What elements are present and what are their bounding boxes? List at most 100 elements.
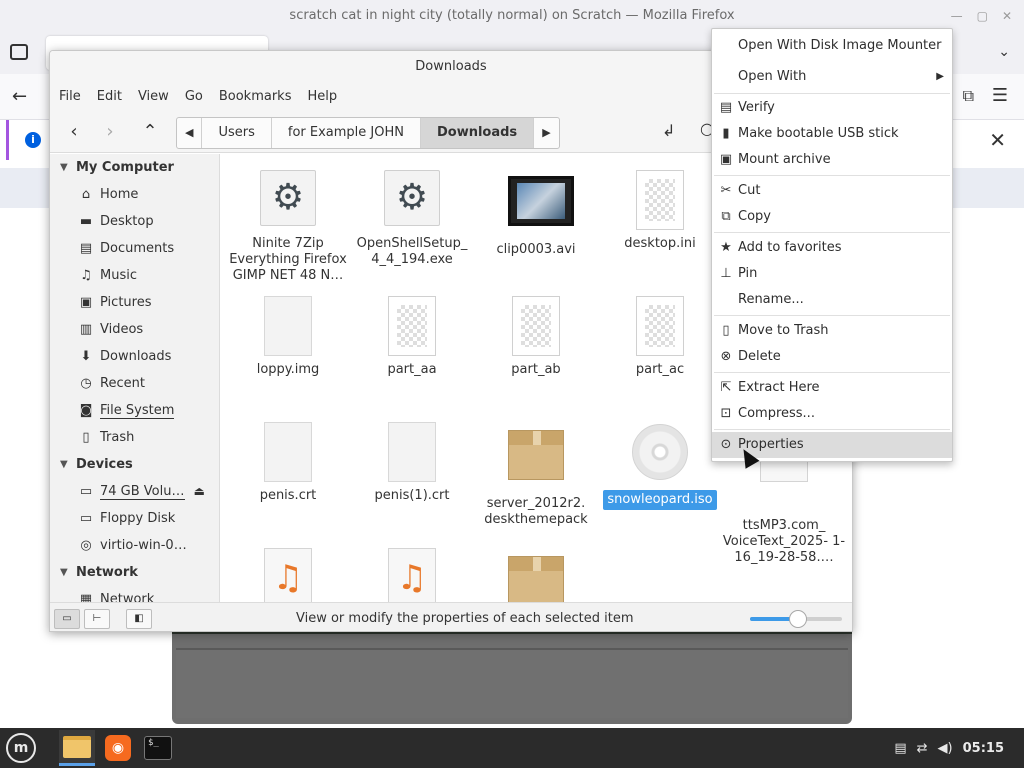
- file-item[interactable]: ♫: [350, 548, 474, 602]
- taskbar-files-button[interactable]: [59, 730, 95, 766]
- taskbar-terminal-button[interactable]: $_: [140, 730, 176, 766]
- file-item[interactable]: part_aa: [350, 296, 474, 378]
- network-status-icon[interactable]: ⇄: [917, 741, 928, 756]
- menu-item-open-disk-image-mounter[interactable]: Open With Disk Image Mounter: [712, 33, 952, 59]
- sidebar-item-music[interactable]: ♫ Music: [50, 262, 219, 289]
- menu-help[interactable]: Help: [302, 83, 342, 111]
- menu-item-cut[interactable]: ✂ Cut: [712, 178, 952, 204]
- breadcrumb-downloads[interactable]: Downloads: [420, 118, 535, 148]
- taskbar-firefox-button[interactable]: ◉: [100, 730, 136, 766]
- sidebar-header-devices[interactable]: ▼ Devices: [50, 451, 219, 478]
- eject-icon[interactable]: ⏏: [194, 478, 205, 505]
- menu-item-delete[interactable]: ⊗ Delete: [712, 344, 952, 370]
- close-icon[interactable]: ✕: [989, 128, 1006, 152]
- sidebar-item-trash[interactable]: ▯ Trash: [50, 424, 219, 451]
- menu-item-pin[interactable]: ⊥ Pin: [712, 261, 952, 287]
- taskbar: m ◉ $_ ▤ ⇄ ◀) 05:15: [0, 728, 1024, 768]
- menu-item-extract-here[interactable]: ⇱ Extract Here: [712, 375, 952, 401]
- filesystem-icon: ◙: [79, 403, 93, 418]
- drive-icon: ▭: [79, 484, 93, 499]
- volume-icon[interactable]: ◀): [938, 741, 953, 756]
- menu-item-move-to-trash[interactable]: ▯ Move to Trash: [712, 318, 952, 344]
- documents-icon: ▤: [79, 241, 93, 256]
- disc-icon: ◎: [80, 538, 92, 553]
- breadcrumb: ◀ Users for Example JOHN Downloads ▶: [176, 117, 560, 149]
- breadcrumb-left-icon[interactable]: ◀: [177, 118, 203, 148]
- hide-sidebar-icon[interactable]: ◧: [126, 609, 152, 629]
- up-arrow-icon[interactable]: ⌃: [138, 121, 162, 142]
- file-item[interactable]: part_ac: [598, 296, 722, 378]
- menu-item-mount-archive[interactable]: ▣ Mount archive: [712, 147, 952, 173]
- menu-view[interactable]: View: [133, 83, 174, 111]
- extensions-icon[interactable]: ⧉: [963, 86, 974, 106]
- sidebar-item-file-system[interactable]: ◙ File System: [50, 397, 219, 424]
- places-sidebar-icon[interactable]: ▭: [54, 609, 80, 629]
- sidebar-item-documents[interactable]: ▤ Documents: [50, 235, 219, 262]
- menu-item-compress[interactable]: ⊡ Compress...: [712, 401, 952, 427]
- maximize-icon[interactable]: ▢: [977, 9, 988, 23]
- menu-item-make-bootable-usb[interactable]: ▮ Make bootable USB stick: [712, 121, 952, 147]
- file-item[interactable]: clip0003.avi: [474, 170, 598, 258]
- menu-separator: [714, 175, 950, 176]
- pin-icon: ⊥: [720, 266, 732, 281]
- file-item[interactable]: ♫: [226, 548, 350, 602]
- sidebar-item-recent[interactable]: ◷ Recent: [50, 370, 219, 397]
- file-item[interactable]: [474, 548, 598, 602]
- sidebar-item-home[interactable]: ⌂ Home: [50, 181, 219, 208]
- menu-item-add-to-favorites[interactable]: ★ Add to favorites: [712, 235, 952, 261]
- file-item[interactable]: desktop.ini: [598, 170, 722, 252]
- file-item[interactable]: ⚙ OpenShellSetup_ 4_4_194.exe: [350, 170, 474, 268]
- sidebar-item-desktop[interactable]: ▬ Desktop: [50, 208, 219, 235]
- file-item-selected[interactable]: snowleopard.iso: [598, 422, 722, 510]
- breadcrumb-user-folder[interactable]: for Example JOHN: [272, 118, 421, 148]
- breadcrumb-right-icon[interactable]: ▶: [534, 118, 558, 148]
- back-arrow-icon[interactable]: ←: [12, 86, 27, 107]
- menu-file[interactable]: File: [54, 83, 86, 111]
- hamburger-menu-icon[interactable]: ☰: [992, 85, 1008, 106]
- file-item[interactable]: part_ab: [474, 296, 598, 378]
- close-icon[interactable]: ✕: [1002, 9, 1012, 23]
- sidebar-item-pictures[interactable]: ▣ Pictures: [50, 289, 219, 316]
- file-item[interactable]: penis.crt: [226, 422, 350, 504]
- menu-item-copy[interactable]: ⧉ Copy: [712, 204, 952, 230]
- breadcrumb-users[interactable]: Users: [202, 118, 272, 148]
- zoom-slider-handle[interactable]: [788, 610, 807, 628]
- menu-bookmarks[interactable]: Bookmarks: [214, 83, 297, 111]
- blank-file-icon: [264, 422, 312, 482]
- sidebar-item-floppy[interactable]: ▭ Floppy Disk: [50, 505, 219, 532]
- collapse-triangle-icon: ▼: [60, 459, 68, 470]
- minimize-icon[interactable]: —: [951, 9, 963, 23]
- blank-file-icon: [388, 422, 436, 482]
- menu-go[interactable]: Go: [180, 83, 208, 111]
- clock[interactable]: 05:15: [963, 741, 1004, 756]
- menu-edit[interactable]: Edit: [92, 83, 127, 111]
- clipboard-icon[interactable]: ▤: [894, 741, 906, 756]
- file-item[interactable]: penis(1).crt: [350, 422, 474, 504]
- system-tray: ▤ ⇄ ◀) 05:15: [894, 728, 1004, 768]
- sidebar-item-downloads[interactable]: ⬇ Downloads: [50, 343, 219, 370]
- menu-item-verify[interactable]: ▤ Verify: [712, 95, 952, 121]
- sidebar-item-volume[interactable]: ▭ 74 GB Volu… ⏏: [50, 478, 219, 505]
- sidebar-item-videos[interactable]: ▥ Videos: [50, 316, 219, 343]
- generic-file-icon: [388, 296, 436, 356]
- back-arrow-icon[interactable]: ‹: [62, 121, 86, 142]
- tab-list-icon[interactable]: [10, 44, 28, 60]
- file-item[interactable]: server_2012r2. deskthemepack: [474, 422, 598, 528]
- sidebar-header-my-computer[interactable]: ▼ My Computer: [50, 154, 219, 181]
- video-thumbnail-icon: [508, 176, 574, 226]
- file-item[interactable]: ⚙ Ninite 7Zip Everything Firefox GIMP NE…: [226, 170, 350, 284]
- menu-item-rename[interactable]: Rename...: [712, 287, 952, 313]
- sidebar-header-network[interactable]: ▼ Network: [50, 559, 219, 586]
- file-item[interactable]: loppy.img: [226, 296, 350, 378]
- start-menu-icon[interactable]: m: [6, 733, 36, 763]
- toggle-location-icon[interactable]: ↲: [662, 121, 675, 140]
- sidebar: ▼ My Computer ⌂ Home ▬ Desktop ▤ Documents ♫…: [50, 154, 220, 602]
- sidebar-item-network[interactable]: ▦ Network: [50, 586, 219, 602]
- menu-item-open-with[interactable]: Open With ▶: [712, 64, 952, 90]
- forward-arrow-icon[interactable]: ›: [98, 121, 122, 142]
- list-all-tabs-icon[interactable]: ⌄: [998, 44, 1010, 60]
- tree-sidebar-icon[interactable]: ⊢: [84, 609, 110, 629]
- sidebar-item-virtio[interactable]: ◎ virtio-win-0…: [50, 532, 219, 559]
- collapse-triangle-icon: ▼: [60, 162, 68, 173]
- zoom-slider[interactable]: [750, 610, 842, 628]
